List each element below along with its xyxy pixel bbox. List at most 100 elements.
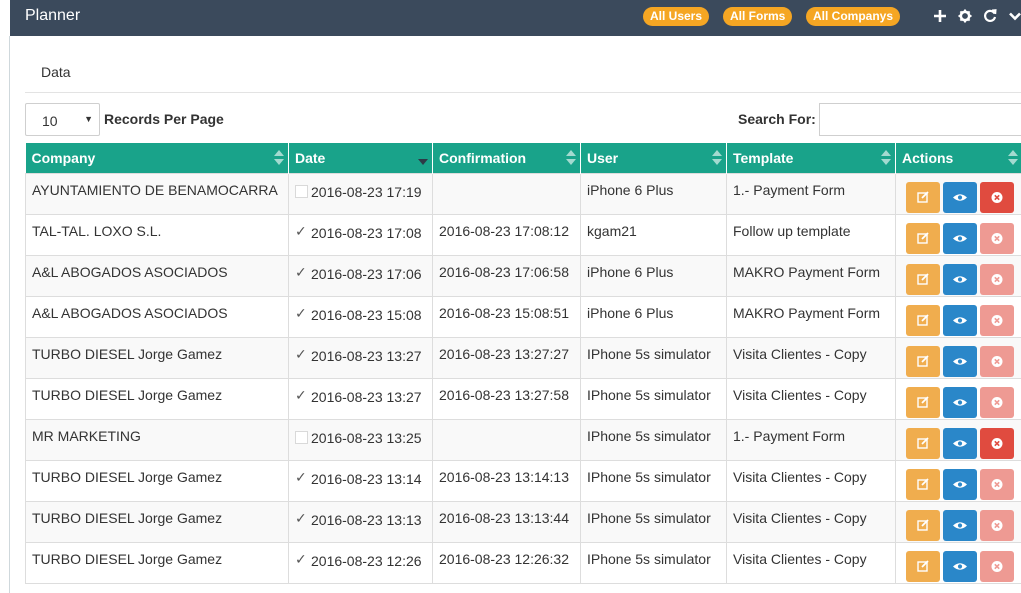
table-row: TURBO DIESEL Jorge Gamez 2016-08-23 13:13…	[25, 500, 1021, 543]
sort-icon	[566, 150, 576, 166]
checked-checkbox-icon[interactable]	[295, 551, 308, 568]
view-button[interactable]	[943, 222, 977, 254]
delete-button[interactable]	[980, 468, 1014, 500]
user-cell: IPhone 5s simulator	[580, 336, 727, 379]
date-text: 2016-08-23 15:08	[311, 306, 422, 323]
records-per-page-select[interactable]: 10 ▼	[25, 103, 100, 136]
app-title: Planner	[25, 7, 81, 24]
column-header-date[interactable]: Date	[288, 143, 433, 173]
column-header-label: Company	[31, 149, 96, 166]
delete-button[interactable]	[980, 345, 1014, 377]
actions-cell	[895, 172, 1021, 215]
actions-cell	[895, 459, 1021, 502]
refresh-icon[interactable]	[982, 7, 998, 25]
checked-checkbox-icon[interactable]	[295, 469, 308, 486]
checked-checkbox-icon[interactable]	[295, 346, 308, 363]
user-cell: kgam21	[580, 213, 727, 256]
confirmation-cell: 2016-08-23 15:08:51	[432, 295, 581, 338]
delete-button[interactable]	[980, 427, 1014, 459]
user-cell: IPhone 5s simulator	[580, 459, 727, 502]
delete-button[interactable]	[980, 550, 1014, 582]
view-button[interactable]	[943, 509, 977, 541]
checked-checkbox-icon[interactable]	[295, 264, 308, 281]
edit-button[interactable]	[906, 468, 940, 500]
view-button[interactable]	[943, 550, 977, 582]
edit-icon	[906, 551, 940, 582]
table-row: TURBO DIESEL Jorge Gamez 2016-08-23 13:14…	[25, 459, 1021, 502]
checked-checkbox-icon[interactable]	[295, 387, 308, 404]
actions-cell	[895, 213, 1021, 256]
checked-checkbox-icon[interactable]	[295, 510, 308, 527]
edit-button[interactable]	[906, 222, 940, 254]
delete-button[interactable]	[980, 222, 1014, 254]
table-row: A&L ABOGADOS ASOCIADOS 2016-08-23 17:06 20…	[25, 254, 1021, 297]
delete-button[interactable]	[980, 263, 1014, 295]
top-bar: Planner All Users All Forms All Companys	[10, 0, 1021, 36]
column-header-template[interactable]: Template	[726, 143, 896, 173]
date-text: 2016-08-23 12:26	[311, 552, 422, 569]
delete-button[interactable]	[980, 386, 1014, 418]
delete-button[interactable]	[980, 181, 1014, 213]
delete-icon	[980, 346, 1014, 377]
edit-button[interactable]	[906, 550, 940, 582]
eye-icon	[943, 182, 977, 213]
actions-cell	[895, 541, 1021, 584]
user-cell: IPhone 5s simulator	[580, 500, 727, 543]
edit-icon	[906, 428, 940, 459]
all-users-filter[interactable]: All Users	[643, 7, 710, 26]
view-button[interactable]	[943, 345, 977, 377]
company-cell: TURBO DIESEL Jorge Gamez	[25, 500, 289, 543]
table-row: MR MARKETING 2016-08-23 13:25 IPhone 5s si…	[25, 418, 1021, 461]
column-header-user[interactable]: User	[580, 143, 727, 173]
template-cell: Visita Clientes - Copy	[726, 377, 896, 420]
view-button[interactable]	[943, 468, 977, 500]
confirmation-cell	[432, 418, 581, 461]
company-cell: TAL-TAL. LOXO S.L.	[25, 213, 289, 256]
checked-checkbox-icon[interactable]	[295, 305, 308, 322]
unchecked-checkbox-icon[interactable]	[295, 184, 308, 198]
chevron-down-icon[interactable]	[1007, 7, 1021, 25]
view-button[interactable]	[943, 263, 977, 295]
column-header-company[interactable]: Company	[25, 143, 289, 173]
date-text: 2016-08-23 17:19	[311, 183, 422, 200]
edit-icon	[906, 346, 940, 377]
sort-up-arrow	[1007, 150, 1018, 156]
checked-checkbox-icon[interactable]	[295, 223, 308, 240]
column-header-actions[interactable]: Actions	[895, 143, 1021, 173]
plus-icon[interactable]	[932, 7, 948, 25]
delete-icon	[980, 551, 1014, 582]
delete-icon	[980, 510, 1014, 541]
edit-button[interactable]	[906, 386, 940, 418]
actions-cell	[895, 295, 1021, 338]
delete-button[interactable]	[980, 304, 1014, 336]
delete-button[interactable]	[980, 509, 1014, 541]
edit-button[interactable]	[906, 263, 940, 295]
column-header-confirmation[interactable]: Confirmation	[432, 143, 581, 173]
confirmation-cell: 2016-08-23 17:08:12	[432, 213, 581, 256]
date-cell: 2016-08-23 15:08	[288, 295, 433, 338]
template-cell: Visita Clientes - Copy	[726, 459, 896, 502]
date-text: 2016-08-23 13:25	[311, 429, 422, 446]
view-button[interactable]	[943, 181, 977, 213]
sort-down-arrow	[566, 159, 576, 165]
column-header-label: Template	[733, 149, 794, 166]
edit-button[interactable]	[906, 509, 940, 541]
view-button[interactable]	[943, 427, 977, 459]
date-cell: 2016-08-23 12:26	[288, 541, 433, 584]
edit-button[interactable]	[906, 427, 940, 459]
edit-button[interactable]	[906, 304, 940, 336]
unchecked-checkbox-icon[interactable]	[295, 430, 308, 444]
tab-data[interactable]: Data	[41, 64, 71, 80]
view-button[interactable]	[943, 304, 977, 336]
search-input[interactable]	[819, 103, 1021, 136]
delete-icon	[980, 469, 1014, 500]
view-button[interactable]	[943, 386, 977, 418]
all-companys-filter[interactable]: All Companys	[806, 7, 901, 26]
edit-button[interactable]	[906, 345, 940, 377]
gear-icon[interactable]	[957, 7, 973, 25]
user-cell: iPhone 6 Plus	[580, 254, 727, 297]
delete-icon	[980, 264, 1014, 295]
edit-button[interactable]	[906, 181, 940, 213]
all-forms-filter[interactable]: All Forms	[723, 7, 793, 26]
date-text: 2016-08-23 13:14	[311, 470, 422, 487]
